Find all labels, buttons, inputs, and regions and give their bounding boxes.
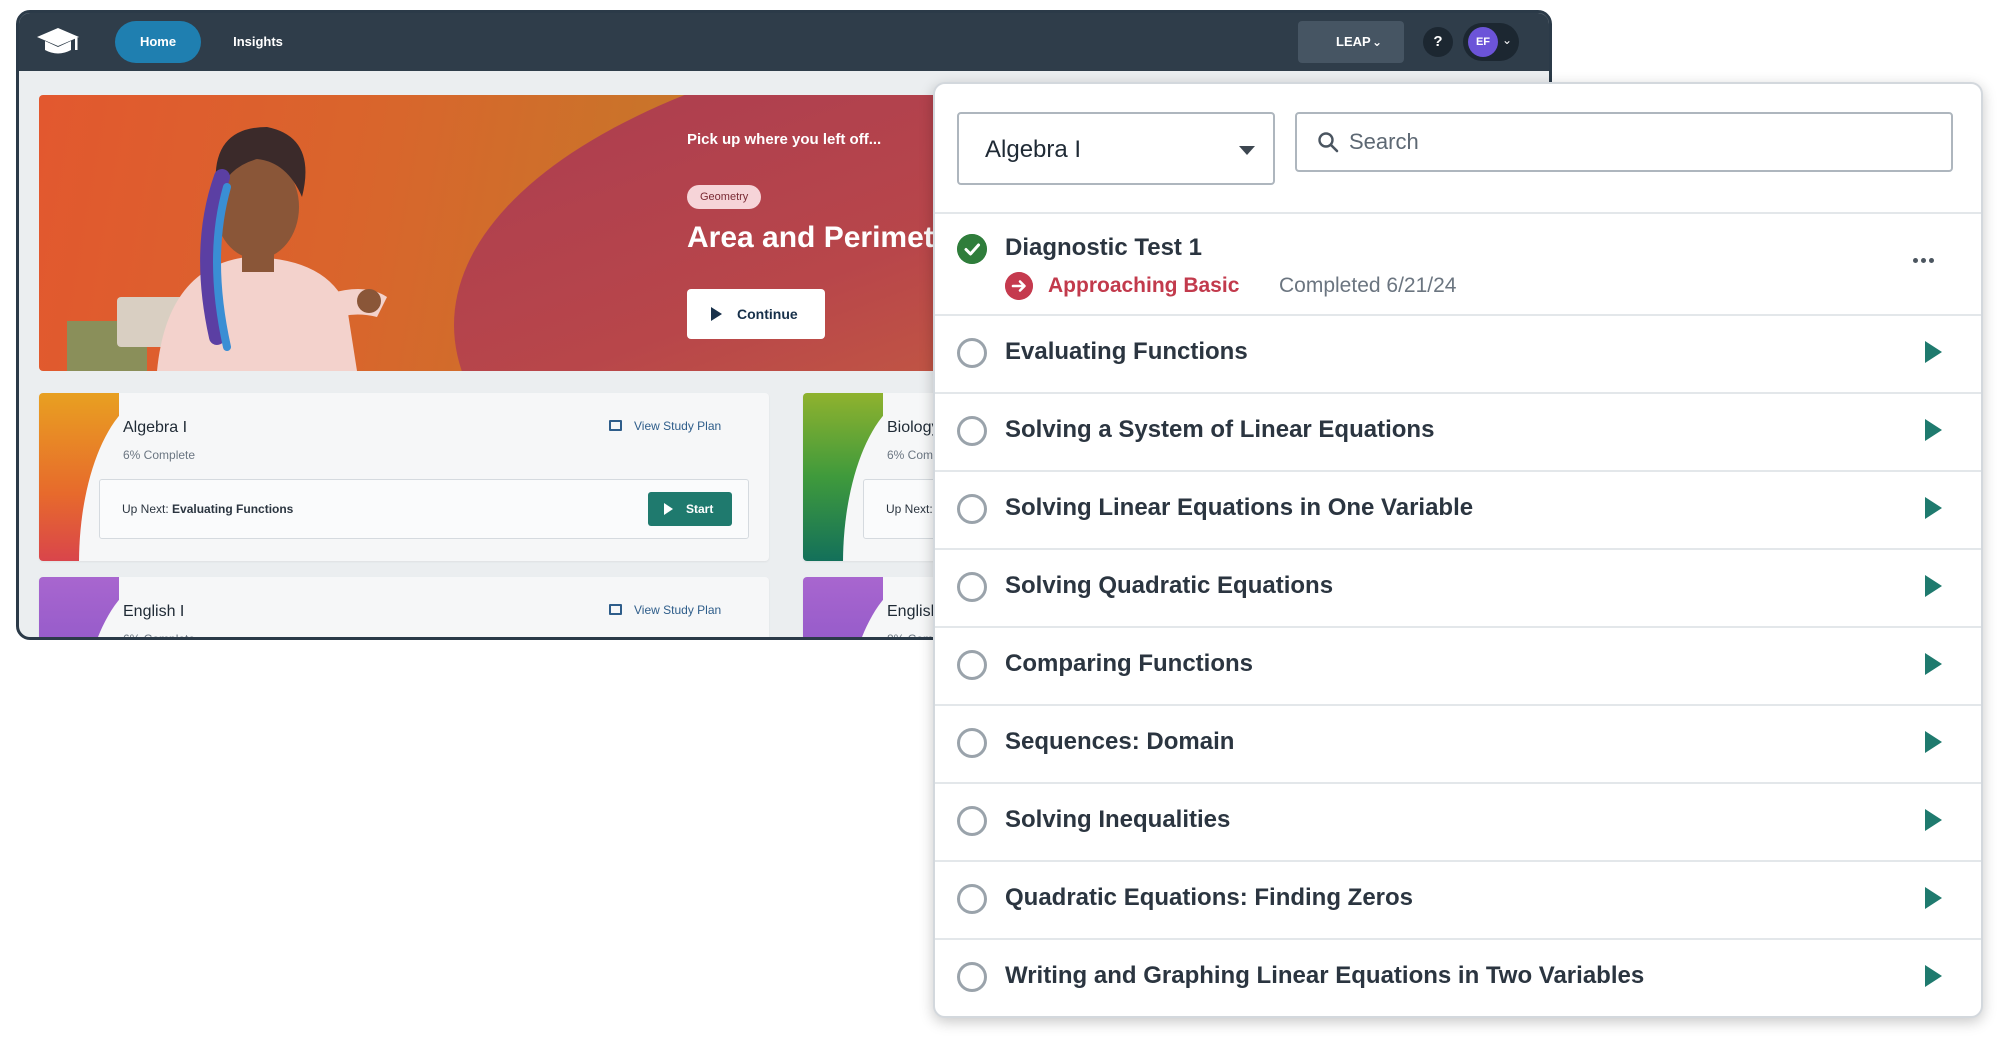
view-study-plan-link[interactable]: View Study Plan [609,603,721,617]
check-circle-icon [957,234,987,264]
diagnostic-title: Diagnostic Test 1 [1005,234,1202,261]
course-name: English [887,603,940,620]
nav-insights[interactable]: Insights [213,21,303,63]
course-name: Biology [887,419,940,436]
diagnostic-status: Approaching Basic [1048,274,1240,297]
course-accent-stripe [39,577,239,637]
view-study-plan-link[interactable]: View Study Plan [609,419,721,433]
lesson-row[interactable]: Quadratic Equations: Finding Zeros [935,860,1981,938]
empty-circle-icon [957,884,987,914]
search-box [1295,112,1953,172]
play-icon[interactable] [1925,419,1942,441]
subject-select-value: Algebra I [985,136,1082,163]
empty-circle-icon [957,962,987,992]
play-icon[interactable] [1925,497,1942,519]
nav-home[interactable]: Home [115,21,201,63]
course-name: English I [123,603,185,620]
program-label: LEAP [1336,34,1371,49]
continue-label: Continue [737,306,798,322]
continue-button[interactable]: Continue [687,289,825,339]
diagnostic-test-row[interactable]: Diagnostic Test 1 Approaching Basic Comp… [935,212,1981,314]
search-input[interactable] [1349,122,1939,162]
lesson-row[interactable]: Sequences: Domain [935,704,1981,782]
lesson-title: Sequences: Domain [1005,728,1235,755]
play-icon[interactable] [1925,575,1942,597]
subject-select[interactable]: Algebra I [957,112,1275,185]
course-card-algebra: Algebra I 6% Complete View Study Plan Up… [39,393,769,561]
avatar: EF [1468,27,1498,57]
lesson-row[interactable]: Solving Quadratic Equations [935,548,1981,626]
course-card-english: English I 6% Complete View Study Plan [39,577,769,640]
lesson-row[interactable]: Evaluating Functions [935,314,1981,392]
arrow-right-circle-icon [1005,272,1033,300]
banner-subtitle: Pick up where you left off... [687,131,882,148]
empty-circle-icon [957,494,987,524]
play-icon[interactable] [1925,887,1942,909]
list-icon [609,604,622,615]
lesson-title: Solving a System of Linear Equations [1005,416,1435,443]
course-name: Algebra I [123,419,188,436]
course-accent-stripe [803,577,1003,637]
study-plan-label: View Study Plan [634,419,722,433]
chevron-down-icon: ⌄ [1501,33,1512,47]
play-icon [664,503,673,515]
course-progress: 6% Complete [123,448,196,462]
start-label: Start [686,502,714,516]
lesson-row[interactable]: Comparing Functions [935,626,1981,704]
up-next-text: Up Next: Evaluating Functions [122,502,293,516]
banner-title: Area and Perimeter [687,221,963,254]
lesson-title: Comparing Functions [1005,650,1253,677]
empty-circle-icon [957,338,987,368]
program-dropdown[interactable]: LEAP ⌄ [1298,21,1404,63]
play-icon[interactable] [1925,341,1942,363]
play-icon[interactable] [1925,653,1942,675]
empty-circle-icon [957,416,987,446]
up-next-box: Up Next: Evaluating Functions Start [99,479,749,539]
lesson-row[interactable]: Solving Inequalities [935,782,1981,860]
empty-circle-icon [957,728,987,758]
graduation-cap-logo-icon[interactable] [35,25,81,59]
diagnostic-completed-date: Completed 6/21/24 [1279,274,1457,297]
course-progress: 8% Comp [887,632,940,640]
list-icon [609,420,622,431]
search-icon [1318,132,1339,153]
play-icon[interactable] [1925,731,1942,753]
help-button[interactable]: ? [1423,27,1453,57]
empty-circle-icon [957,572,987,602]
more-options-icon[interactable] [1913,250,1945,263]
chevron-down-icon: ⌄ [1371,35,1382,49]
lesson-title: Writing and Graphing Linear Equations in… [1005,962,1645,989]
lessons-panel: Algebra I Diagnostic Test 1 Approaching … [933,82,1983,1018]
start-button[interactable]: Start [648,492,732,526]
up-next-text: Up Next: [886,502,933,516]
lesson-row[interactable]: Solving Linear Equations in One Variable [935,470,1981,548]
top-navigation-bar: Home Insights LEAP ⌄ ? EF ⌄ [19,13,1549,71]
lesson-row[interactable]: Solving a System of Linear Equations [935,392,1981,470]
subject-tag: Geometry [687,185,762,209]
lesson-title: Solving Linear Equations in One Variable [1005,494,1474,521]
play-icon[interactable] [1925,965,1942,987]
empty-circle-icon [957,650,987,680]
up-next-prefix: Up Next: [122,502,173,516]
lesson-row[interactable]: Writing and Graphing Linear Equations in… [935,938,1981,1016]
up-next-lesson: Evaluating Functions [172,502,294,516]
study-plan-label: View Study Plan [634,603,722,617]
lesson-title: Quadratic Equations: Finding Zeros [1005,884,1414,911]
user-menu[interactable]: EF ⌄ [1463,23,1519,61]
caret-down-icon [1239,146,1255,155]
lesson-title: Solving Quadratic Equations [1005,572,1334,599]
course-progress: 6% Complete [123,632,196,640]
play-icon[interactable] [1925,809,1942,831]
course-progress: 6% Comp [887,448,940,462]
play-icon [711,307,722,321]
lesson-title: Solving Inequalities [1005,806,1231,833]
empty-circle-icon [957,806,987,836]
student-illustration [67,127,387,371]
lesson-title: Evaluating Functions [1005,338,1248,365]
